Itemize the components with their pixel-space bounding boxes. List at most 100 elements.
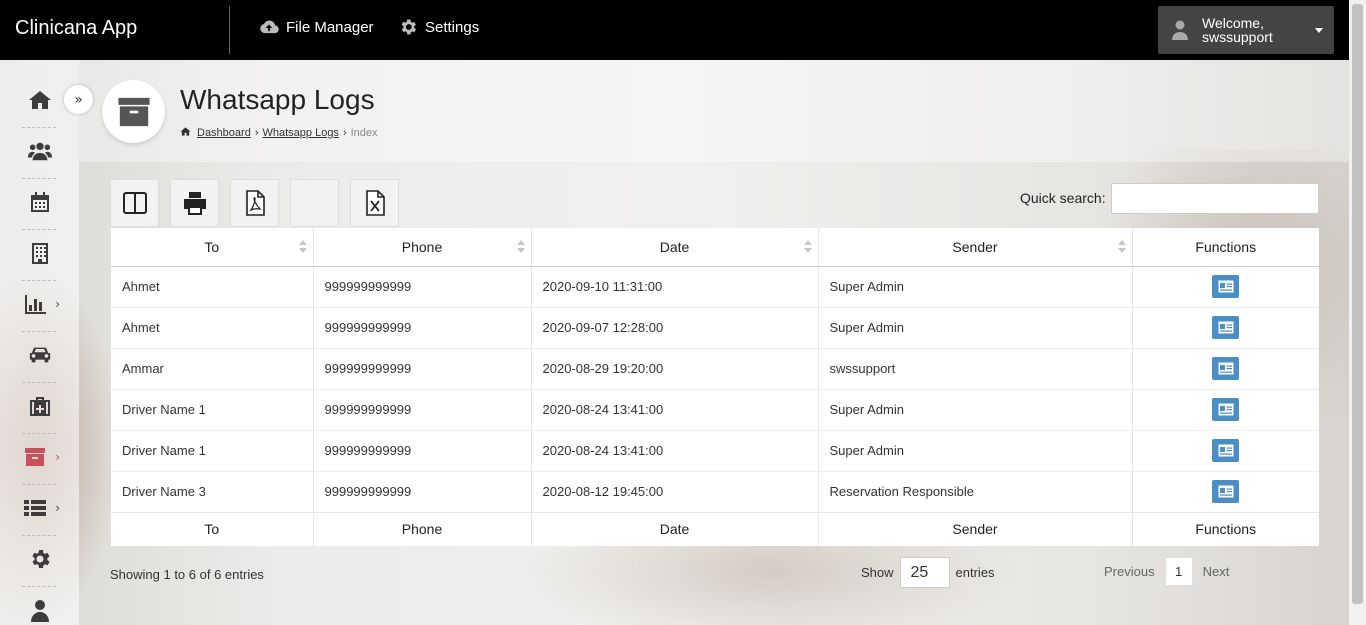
users-icon	[28, 142, 52, 161]
quick-search-input[interactable]	[1111, 183, 1319, 214]
sort-icon	[516, 240, 525, 254]
scrollbar-thumb[interactable]	[1352, 4, 1363, 604]
id-card-icon	[1218, 280, 1234, 293]
breadcrumb: Dashboard › Whatsapp Logs › Index	[180, 126, 378, 140]
breadcrumb-dashboard[interactable]: Dashboard	[197, 127, 251, 139]
home-icon[interactable]	[180, 126, 193, 140]
next-page-button[interactable]: Next	[1203, 564, 1230, 579]
bar-chart-icon	[25, 295, 46, 314]
column-header-to[interactable]: To	[111, 228, 314, 267]
sort-icon	[298, 240, 307, 254]
cell-phone: 999999999999	[313, 429, 532, 471]
view-details-button[interactable]	[1212, 357, 1240, 380]
view-details-button[interactable]	[1212, 480, 1240, 503]
sidebar-item-building[interactable]	[18, 233, 62, 273]
view-details-button[interactable]	[1212, 275, 1240, 298]
sidebar-toggle-button[interactable]: »	[64, 85, 93, 114]
id-card-icon	[1218, 321, 1234, 334]
archive-icon	[117, 97, 150, 126]
cell-phone: 999999999999	[313, 347, 532, 389]
sidebar-item-users[interactable]	[18, 131, 62, 171]
sidebar: › › ›	[0, 60, 79, 625]
column-header-phone[interactable]: Phone	[313, 228, 532, 267]
settings-link[interactable]: Settings	[398, 17, 479, 37]
sidebar-item-profile[interactable]	[18, 590, 62, 625]
cell-to: Driver Name 1	[111, 388, 314, 430]
id-card-icon	[1218, 362, 1234, 375]
sidebar-item-settings[interactable]	[18, 539, 62, 579]
breadcrumb-separator: ›	[254, 127, 259, 139]
cell-date: 2020-08-29 19:20:00	[531, 347, 819, 389]
export-excel-button[interactable]	[350, 179, 399, 227]
cell-sender: Super Admin	[818, 388, 1133, 430]
sidebar-item-vehicles[interactable]	[18, 335, 62, 375]
list-icon	[24, 500, 46, 516]
export-blank-button[interactable]	[290, 179, 339, 227]
table-info-text: Showing 1 to 6 of 6 entries	[110, 567, 264, 582]
car-icon	[29, 347, 51, 363]
excel-icon	[365, 190, 385, 216]
vertical-scrollbar[interactable]	[1349, 0, 1366, 625]
cell-sender: Super Admin	[818, 306, 1133, 348]
footer-sender: Sender	[818, 511, 1133, 546]
sort-icon	[803, 240, 812, 254]
chevron-right-icon: ›	[55, 501, 60, 515]
sidebar-item-home[interactable]	[18, 80, 62, 120]
view-details-button[interactable]	[1212, 316, 1240, 339]
export-pdf-button[interactable]	[230, 179, 279, 227]
page-length-control: Show 25 entries	[861, 557, 995, 588]
cell-date: 2020-08-12 19:45:00	[531, 470, 819, 512]
view-details-button[interactable]	[1212, 439, 1240, 462]
cell-sender: Super Admin	[818, 265, 1133, 307]
sidebar-item-logs[interactable]: ›	[18, 437, 62, 477]
previous-page-button[interactable]: Previous	[1104, 564, 1155, 579]
gear-icon	[401, 19, 416, 35]
whatsapp-logs-table: To Phone Date Sender Functions Ahmet 999…	[111, 228, 1319, 546]
page-length-select[interactable]: 25	[899, 557, 950, 588]
username-text: swssupport	[1202, 29, 1273, 45]
table-row: Driver Name 3 999999999999 2020-08-12 19…	[111, 470, 1319, 512]
cell-phone: 999999999999	[313, 265, 532, 307]
table-header-row: To Phone Date Sender Functions	[111, 228, 1319, 267]
medkit-icon	[30, 397, 50, 416]
cell-phone: 999999999999	[313, 306, 532, 348]
cell-to: Driver Name 1	[111, 429, 314, 471]
column-header-sender[interactable]: Sender	[818, 228, 1133, 267]
footer-date: Date	[531, 511, 819, 546]
cell-date: 2020-09-07 12:28:00	[531, 306, 819, 348]
cloud-upload-icon	[260, 20, 279, 34]
pdf-icon	[245, 190, 265, 216]
table-row: Ammar 999999999999 2020-08-29 19:20:00 s…	[111, 347, 1319, 389]
cell-to: Driver Name 3	[111, 470, 314, 512]
chevron-right-icon: ›	[55, 297, 60, 311]
home-icon	[29, 91, 51, 109]
cell-sender: swssupport	[818, 347, 1133, 389]
quick-search-label: Quick search:	[1020, 190, 1106, 206]
id-card-icon	[1218, 444, 1234, 457]
print-icon	[183, 192, 206, 215]
cell-date: 2020-09-10 11:31:00	[531, 265, 819, 307]
columns-icon	[122, 192, 147, 214]
page-1-button[interactable]: 1	[1164, 557, 1193, 586]
brand-logo[interactable]: Clinicana App	[15, 17, 137, 40]
table-row: Ahmet 999999999999 2020-09-07 12:28:00 S…	[111, 306, 1319, 348]
footer-to: To	[111, 511, 314, 546]
sidebar-item-medical[interactable]	[18, 386, 62, 426]
user-menu-dropdown[interactable]: Welcome, swssupport	[1158, 6, 1334, 54]
breadcrumb-whatsapp-logs[interactable]: Whatsapp Logs	[263, 127, 339, 139]
sidebar-item-lists[interactable]: ›	[18, 488, 62, 528]
column-visibility-button[interactable]	[110, 179, 159, 227]
column-header-date[interactable]: Date	[531, 228, 819, 267]
table-row: Driver Name 1 999999999999 2020-08-24 13…	[111, 429, 1319, 471]
chevron-right-icon: ›	[55, 450, 60, 464]
cell-sender: Super Admin	[818, 429, 1133, 471]
page-title: Whatsapp Logs	[180, 84, 375, 115]
view-details-button[interactable]	[1212, 398, 1240, 421]
id-card-icon	[1218, 403, 1234, 416]
entries-label: entries	[955, 565, 995, 580]
print-button[interactable]	[170, 179, 219, 227]
file-manager-link[interactable]: File Manager	[259, 17, 374, 37]
settings-label: Settings	[425, 18, 480, 36]
sidebar-item-reports[interactable]: ›	[18, 284, 62, 324]
sidebar-item-calendar[interactable]	[18, 182, 62, 222]
